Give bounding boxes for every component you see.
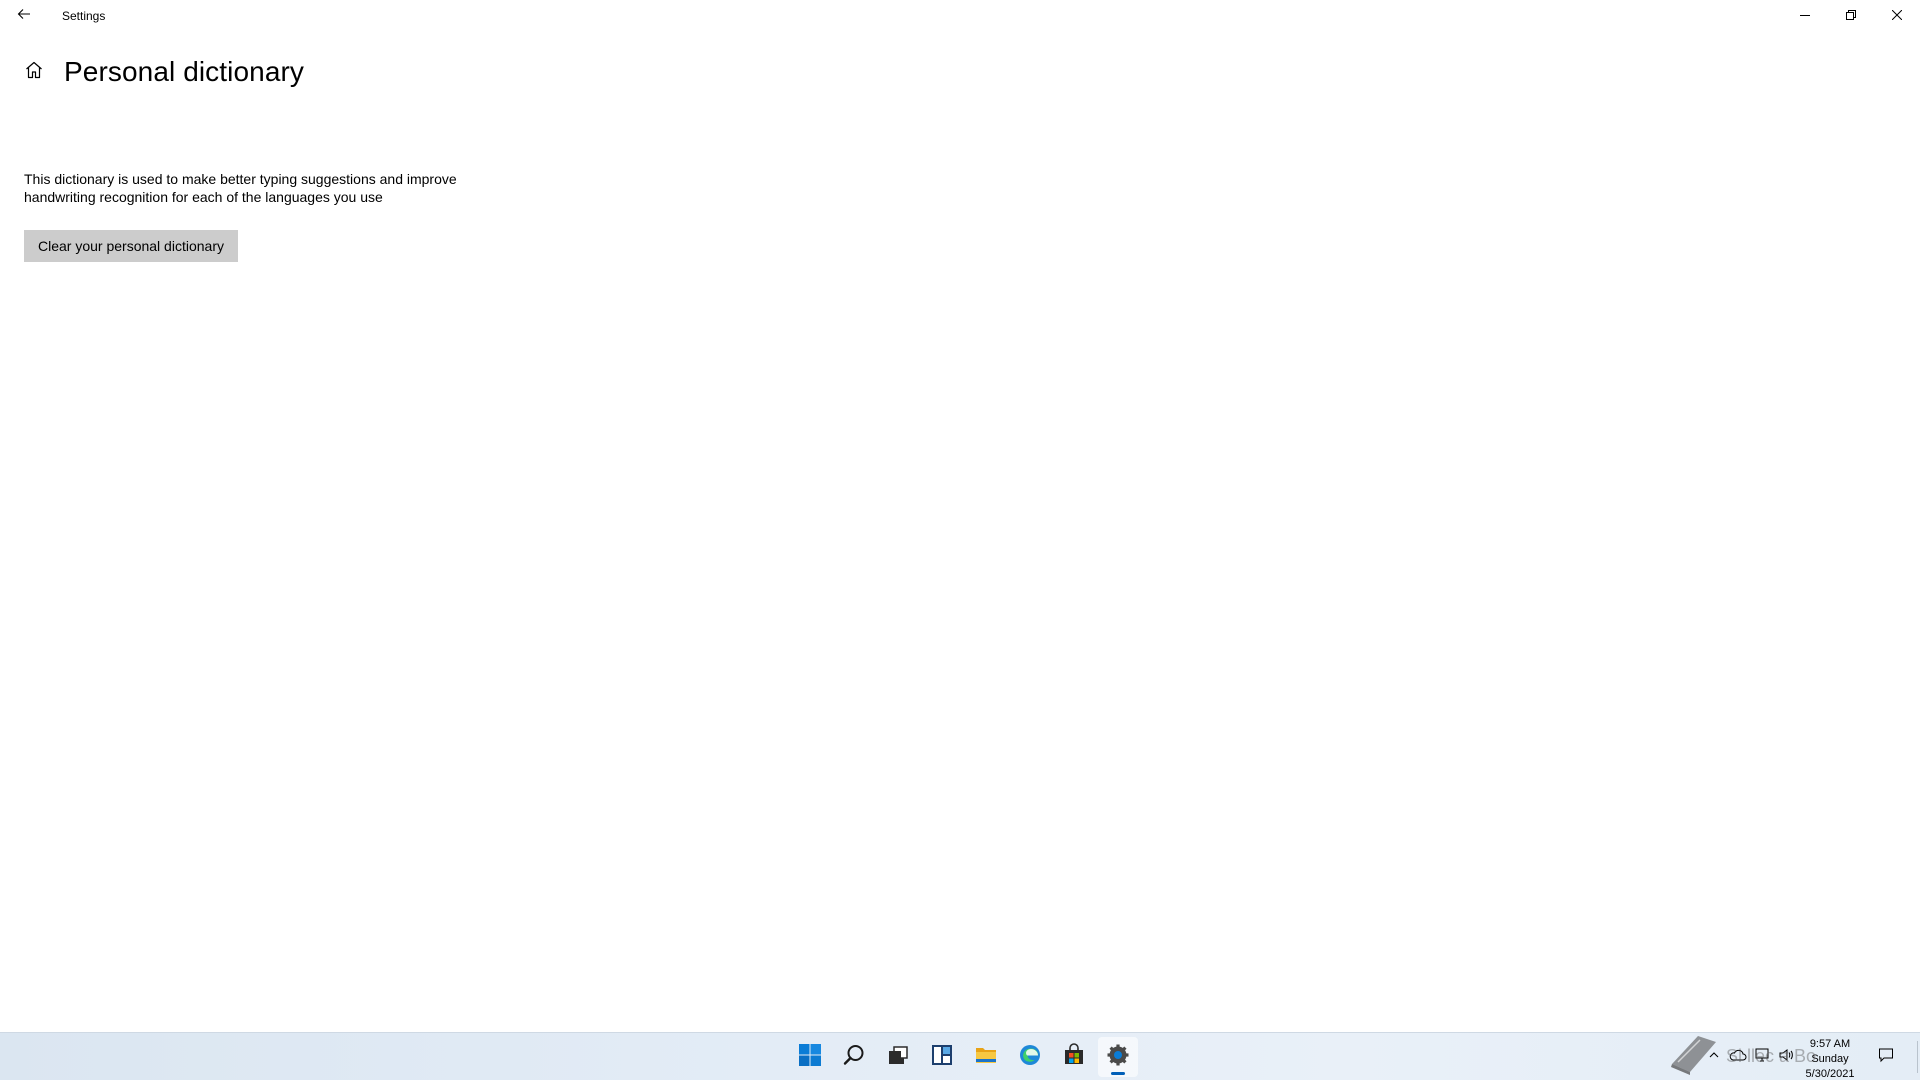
minimize-icon — [1800, 7, 1810, 25]
show-hidden-icons-button[interactable] — [1705, 1048, 1723, 1066]
edge-button[interactable] — [1010, 1037, 1050, 1077]
back-arrow-icon — [16, 6, 32, 27]
home-icon — [24, 60, 44, 85]
page-title: Personal dictionary — [64, 56, 305, 87]
store-icon — [1062, 1042, 1086, 1072]
widgets-button[interactable] — [922, 1037, 962, 1077]
settings-icon — [1106, 1043, 1130, 1072]
notification-center-button[interactable] — [1876, 1047, 1896, 1067]
settings-window: Settings Personal dictionary This dictio… — [0, 0, 1920, 1032]
cloud-icon — [1729, 1048, 1747, 1067]
taskbar-clock[interactable]: 9:57 AM Sunday 5/30/2021 — [1790, 1037, 1870, 1082]
page-header: Personal dictionary — [22, 52, 304, 92]
chevron-up-icon — [1708, 1048, 1720, 1066]
minimize-button[interactable] — [1782, 0, 1828, 32]
file-explorer-button[interactable] — [966, 1037, 1006, 1077]
store-button[interactable] — [1054, 1037, 1094, 1077]
close-button[interactable] — [1874, 0, 1920, 32]
restore-icon — [1846, 7, 1856, 25]
app-title: Settings — [62, 9, 106, 23]
dictionary-description: This dictionary is used to make better t… — [24, 171, 457, 205]
restore-button[interactable] — [1828, 0, 1874, 32]
settings-taskbar-button[interactable] — [1098, 1037, 1138, 1077]
taskbar-apps — [790, 1033, 1138, 1081]
window-controls — [1782, 0, 1920, 32]
edge-icon — [1018, 1043, 1042, 1072]
search-button[interactable] — [834, 1037, 874, 1077]
back-button[interactable] — [0, 0, 48, 32]
home-button[interactable] — [22, 60, 46, 84]
title-bar: Settings — [0, 0, 1920, 32]
clock-day: Sunday — [1811, 1053, 1849, 1065]
start-button[interactable] — [790, 1037, 830, 1077]
widgets-icon — [930, 1043, 954, 1072]
close-icon — [1891, 7, 1903, 25]
system-tray — [1705, 1033, 1795, 1081]
task-view-button[interactable] — [878, 1037, 918, 1077]
search-icon — [842, 1043, 866, 1072]
start-icon — [798, 1043, 822, 1072]
network-icon — [1754, 1047, 1770, 1068]
onedrive-button[interactable] — [1729, 1048, 1747, 1066]
taskbar: 9:57 AM Sunday 5/30/2021 — [0, 1032, 1920, 1080]
notification-icon — [1878, 1047, 1894, 1068]
task-view-icon — [886, 1043, 910, 1072]
clock-time: 9:57 AM — [1809, 1038, 1851, 1050]
clear-personal-dictionary-button[interactable]: Clear your personal dictionary — [24, 230, 238, 262]
network-button[interactable] — [1753, 1048, 1771, 1066]
file-explorer-icon — [974, 1043, 998, 1072]
